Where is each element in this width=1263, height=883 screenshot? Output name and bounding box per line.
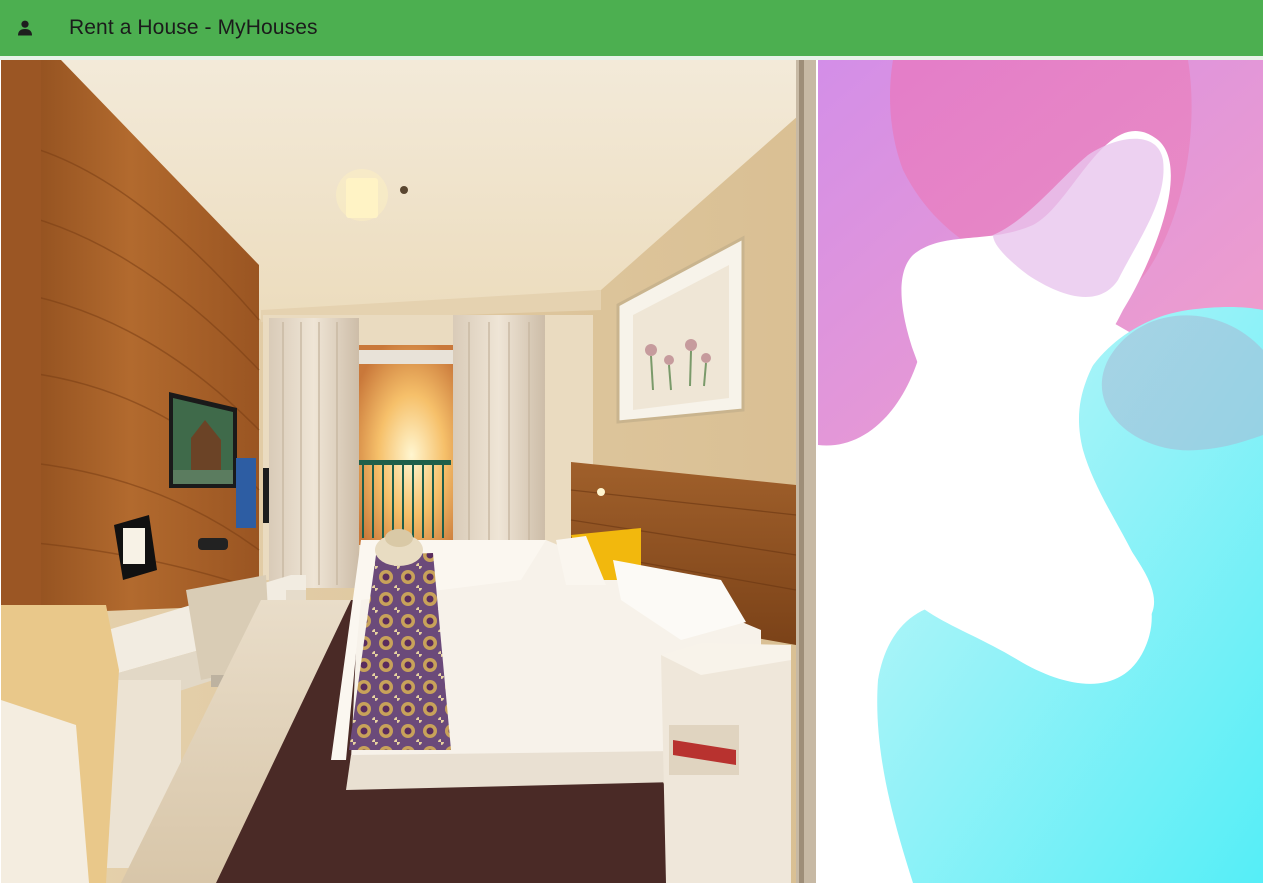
- decorative-blob-art: [818, 60, 1263, 883]
- user-icon: [17, 20, 33, 36]
- app-header: Rent a House - MyHouses: [0, 0, 1263, 56]
- user-account-button[interactable]: [0, 0, 50, 56]
- app-title: Rent a House - MyHouses: [69, 16, 318, 39]
- room-photo: [1, 60, 816, 883]
